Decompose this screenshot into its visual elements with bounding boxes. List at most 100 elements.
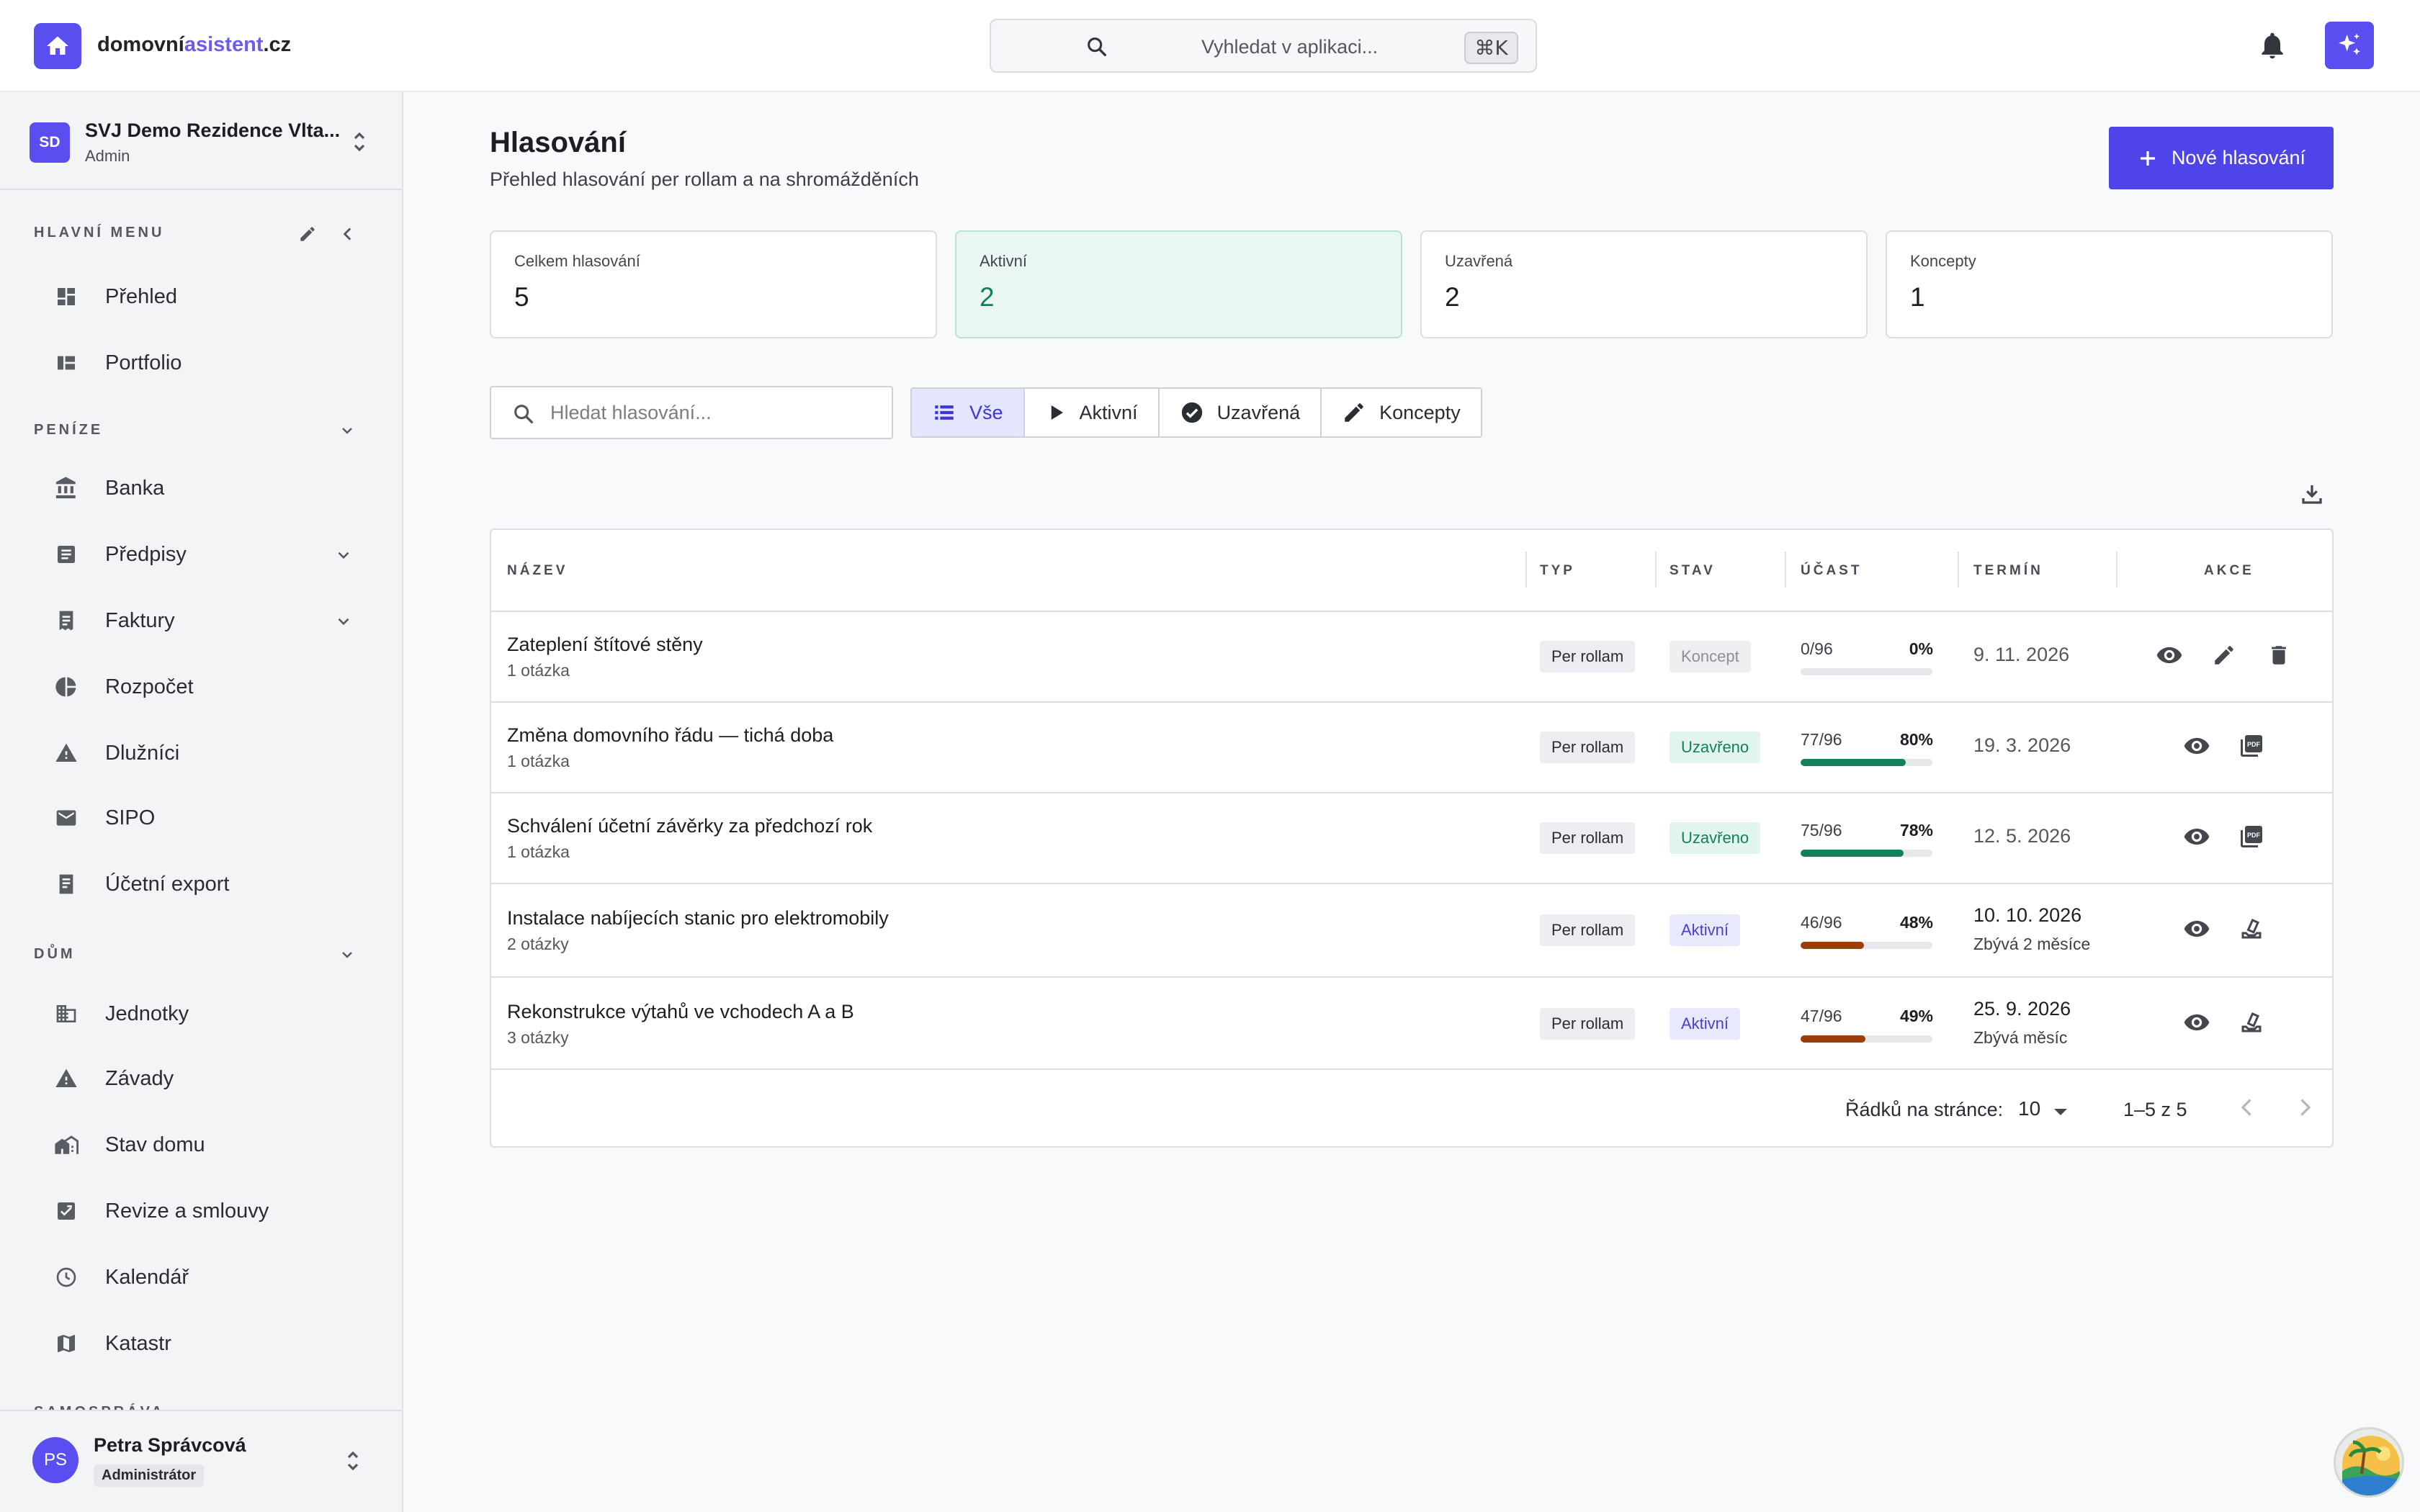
sidebar-item-faktury[interactable]: Faktury <box>52 599 369 642</box>
organization-switcher[interactable]: SD SVJ Demo Rezidence Vlta... Admin <box>0 92 402 190</box>
column-header-type[interactable]: TYP <box>1540 563 1575 579</box>
type-chip: Per rollam <box>1540 914 1636 946</box>
column-header-participation[interactable]: ÚČAST <box>1801 563 1862 579</box>
org-avatar: SD <box>30 122 70 163</box>
tab-closed[interactable]: Uzavřená <box>1160 389 1322 436</box>
participation-bar <box>1801 668 1932 675</box>
caret-down-icon[interactable] <box>2053 1107 2069 1117</box>
sidebar-item-portfolio[interactable]: Portfolio <box>52 341 369 384</box>
export-icon <box>52 870 81 899</box>
participation-bar-fill <box>1801 942 1864 949</box>
sidebar-item-rozpocet[interactable]: Rozpočet <box>52 665 369 708</box>
status-filter-tabs: Vše Aktivní Uzavřená Koncepty <box>910 387 1482 438</box>
view-icon[interactable] <box>2182 822 2211 851</box>
user-menu[interactable]: PS Petra Správcová Administrátor <box>0 1410 402 1512</box>
warning-icon <box>52 1064 81 1093</box>
term-date: 25. 9. 2026 <box>1973 998 2071 1020</box>
view-icon[interactable] <box>2182 914 2211 943</box>
help-assistant-avatar[interactable] <box>2334 1427 2404 1498</box>
building-icon <box>52 999 81 1028</box>
participation-bar <box>1801 942 1932 949</box>
next-page-icon[interactable] <box>2292 1094 2318 1120</box>
search-icon <box>511 402 536 426</box>
sidebar-item-kalendar[interactable]: Kalendář <box>52 1256 369 1299</box>
pdf-icon[interactable]: PDF <box>2237 732 2266 760</box>
brand-name[interactable]: domovníasistent.cz <box>97 33 291 57</box>
sidebar-item-dluznici[interactable]: Dlužníci <box>52 732 369 775</box>
term-remaining: Zbývá měsíc <box>1973 1028 2068 1047</box>
column-header-term[interactable]: TERMÍN <box>1973 563 2043 579</box>
pdf-icon[interactable]: PDF <box>2237 822 2266 851</box>
new-voting-button[interactable]: Nové hlasování <box>2109 127 2334 189</box>
chevron-down-icon[interactable] <box>339 946 356 963</box>
download-icon[interactable] <box>2299 481 2325 507</box>
ai-assistant-button[interactable] <box>2325 22 2374 69</box>
sidebar-item-predpisy[interactable]: Předpisy <box>52 533 369 576</box>
table-row[interactable]: Schválení účetní závěrky za předchozí ro… <box>491 793 2332 884</box>
column-header-state[interactable]: STAV <box>1670 563 1716 579</box>
term-date: 12. 5. 2026 <box>1973 825 2071 847</box>
sidebar-item-katastr[interactable]: Katastr <box>52 1322 369 1365</box>
sparkle-icon <box>2335 31 2364 60</box>
participation-bar <box>1801 759 1932 766</box>
status-badge: Uzavřeno <box>1670 822 1761 854</box>
dashboard-icon <box>52 282 81 311</box>
tab-drafts[interactable]: Koncepty <box>1322 389 1481 436</box>
chevron-down-icon[interactable] <box>339 422 356 439</box>
sidebar-item-zavady[interactable]: Závady <box>52 1057 369 1100</box>
edit-icon[interactable] <box>2210 641 2238 670</box>
svg-text:PDF: PDF <box>2247 741 2261 748</box>
participation-count: 47/96 <box>1801 1007 1842 1025</box>
table-row[interactable]: Instalace nabíjecích stanic pro elektrom… <box>491 884 2332 978</box>
view-icon[interactable] <box>2182 1008 2211 1037</box>
table-pagination: Řádků na stránce: 10 1–5 z 5 <box>491 1070 2332 1146</box>
participation-percent: 78% <box>1899 821 1933 840</box>
home-logo-icon[interactable] <box>34 23 81 69</box>
page-subtitle: Přehled hlasování per rollam a na shromá… <box>490 168 919 190</box>
participation-count: 0/96 <box>1801 639 1833 658</box>
notification-bell-icon[interactable] <box>2257 29 2288 62</box>
warning-icon <box>52 739 81 768</box>
voting-name[interactable]: Instalace nabíjecích stanic pro elektrom… <box>507 907 889 930</box>
tab-active[interactable]: Aktivní <box>1025 389 1160 436</box>
type-chip: Per rollam <box>1540 732 1636 763</box>
sidebar-item-ucetni-export[interactable]: Účetní export <box>52 863 369 906</box>
voting-search-input[interactable]: Hledat hlasování... <box>490 386 893 439</box>
sidebar-item-sipo[interactable]: SIPO <box>52 796 369 840</box>
app-search-input[interactable]: Vyhledat v aplikaci... ⌘K <box>990 19 1537 73</box>
column-header-name[interactable]: NÁZEV <box>507 563 568 579</box>
vote-icon[interactable] <box>2237 1008 2266 1037</box>
sidebar-item-revize[interactable]: Revize a smlouvy <box>52 1189 369 1233</box>
section-label-main: HLAVNÍ MENU <box>34 225 165 240</box>
sidebar-item-prehled[interactable]: Přehled <box>52 275 369 318</box>
sidebar-item-stav-domu[interactable]: Stav domu <box>52 1123 369 1166</box>
tab-all[interactable]: Vše <box>912 389 1025 436</box>
participation-bar-fill <box>1801 1035 1865 1043</box>
mail-icon <box>52 804 81 832</box>
view-icon[interactable] <box>2155 641 2184 670</box>
rows-per-page-select[interactable]: 10 <box>2018 1097 2040 1120</box>
voting-name[interactable]: Rekonstrukce výtahů ve vchodech A a B <box>507 1001 854 1023</box>
sidebar-item-jednotky[interactable]: Jednotky <box>52 992 369 1035</box>
previous-page-icon[interactable] <box>2234 1094 2260 1120</box>
status-badge: Koncept <box>1670 641 1751 672</box>
voting-name[interactable]: Zateplení štítové stěny <box>507 634 703 656</box>
stat-card-drafts: Koncepty 1 <box>1886 230 2333 338</box>
section-label-money: PENÍZE <box>34 422 104 438</box>
vote-icon[interactable] <box>2237 914 2266 943</box>
voting-name[interactable]: Schválení účetní závěrky za předchozí ro… <box>507 815 872 837</box>
user-name: Petra Správcová <box>94 1434 246 1456</box>
delete-icon[interactable] <box>2264 641 2293 670</box>
edit-menu-icon[interactable] <box>298 225 317 243</box>
question-count: 2 otázky <box>507 935 569 953</box>
table-row[interactable]: Rekonstrukce výtahů ve vchodech A a B 3 … <box>491 978 2332 1070</box>
collapse-sidebar-icon[interactable] <box>339 225 357 243</box>
participation-bar-fill <box>1801 850 1904 857</box>
sidebar-item-banka[interactable]: Banka <box>52 467 369 510</box>
table-row[interactable]: Změna domovního řádu — tichá doba 1 otáz… <box>491 703 2332 793</box>
term-date: 10. 10. 2026 <box>1973 904 2082 926</box>
view-icon[interactable] <box>2182 732 2211 760</box>
table-row[interactable]: Zateplení štítové stěny 1 otázka Per rol… <box>491 612 2332 703</box>
top-bar: domovníasistent.cz Vyhledat v aplikaci..… <box>0 0 2420 92</box>
voting-name[interactable]: Změna domovního řádu — tichá doba <box>507 724 833 747</box>
